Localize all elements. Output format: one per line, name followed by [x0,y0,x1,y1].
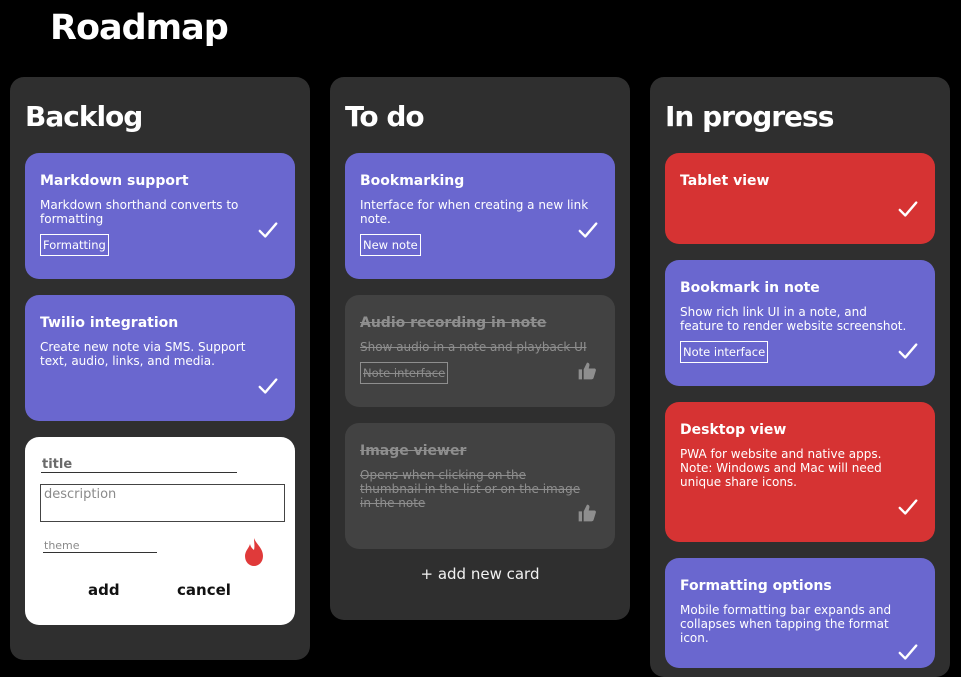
card-title: Desktop view [680,422,787,438]
check-icon[interactable] [577,219,599,241]
card-bookmark-in-note[interactable]: Bookmark in note Show rich link UI in a … [665,260,935,386]
add-new-card-button[interactable]: + add new card [345,565,615,583]
card-title: Markdown support [40,173,189,189]
new-card-form: add cancel [25,437,295,625]
card-title: Twilio integration [40,315,179,331]
column-title: To do [345,100,425,133]
card-desktop-view[interactable]: Desktop view PWA for website and native … [665,402,935,542]
card-tag[interactable]: Note interface [360,362,449,384]
check-icon[interactable] [897,198,919,220]
card-audio-recording[interactable]: Audio recording in note Show audio in a … [345,295,615,407]
description-textarea[interactable] [40,484,285,522]
check-icon[interactable] [257,375,279,397]
title-input[interactable] [41,457,237,473]
card-title: Image viewer [360,443,467,459]
cancel-button[interactable]: cancel [177,581,231,599]
card-title: Formatting options [680,578,832,594]
card-title: Bookmark in note [680,280,820,296]
card-formatting-options[interactable]: Formatting options Mobile formatting bar… [665,558,935,668]
card-description: PWA for website and native apps. Note: W… [680,447,882,489]
card-description: Create new note via SMS. Support text, a… [40,340,246,368]
check-icon[interactable] [897,340,919,362]
card-tablet-view[interactable]: Tablet view [665,153,935,244]
column-title: In progress [665,100,834,133]
card-description: Mobile formatting bar expands and collap… [680,603,892,645]
card-tag[interactable]: Note interface [680,341,769,363]
add-button[interactable]: add [88,581,120,599]
column-title: Backlog [25,100,143,133]
flame-icon[interactable] [243,537,265,567]
column-in-progress: In progress Tablet view Bookmark in note… [650,77,950,677]
card-description: Show rich link UI in a note, and feature… [680,305,907,333]
card-title: Bookmarking [360,173,465,189]
column-todo: To do Bookmarking Interface for when cre… [330,77,630,620]
card-description: Opens when clicking on the thumbnail in … [360,468,581,510]
card-tag[interactable]: New note [360,234,421,256]
card-description: Show audio in a note and playback UI [360,340,587,354]
theme-input[interactable] [43,539,157,553]
card-bookmarking[interactable]: Bookmarking Interface for when creating … [345,153,615,279]
card-twilio-integration[interactable]: Twilio integration Create new note via S… [25,295,295,421]
card-description: Interface for when creating a new link n… [360,198,589,226]
thumbs-up-icon[interactable] [577,503,597,523]
column-backlog: Backlog Markdown support Markdown shorth… [10,77,310,660]
card-title: Tablet view [680,173,770,189]
card-description: Markdown shorthand converts to formattin… [40,198,239,226]
check-icon[interactable] [897,641,919,663]
page-title: Roadmap [50,8,229,48]
card-image-viewer[interactable]: Image viewer Opens when clicking on the … [345,423,615,549]
check-icon[interactable] [257,219,279,241]
card-title: Audio recording in note [360,315,547,331]
check-icon[interactable] [897,496,919,518]
thumbs-up-icon[interactable] [577,361,597,381]
card-markdown-support[interactable]: Markdown support Markdown shorthand conv… [25,153,295,279]
card-tag[interactable]: Formatting [40,234,109,256]
